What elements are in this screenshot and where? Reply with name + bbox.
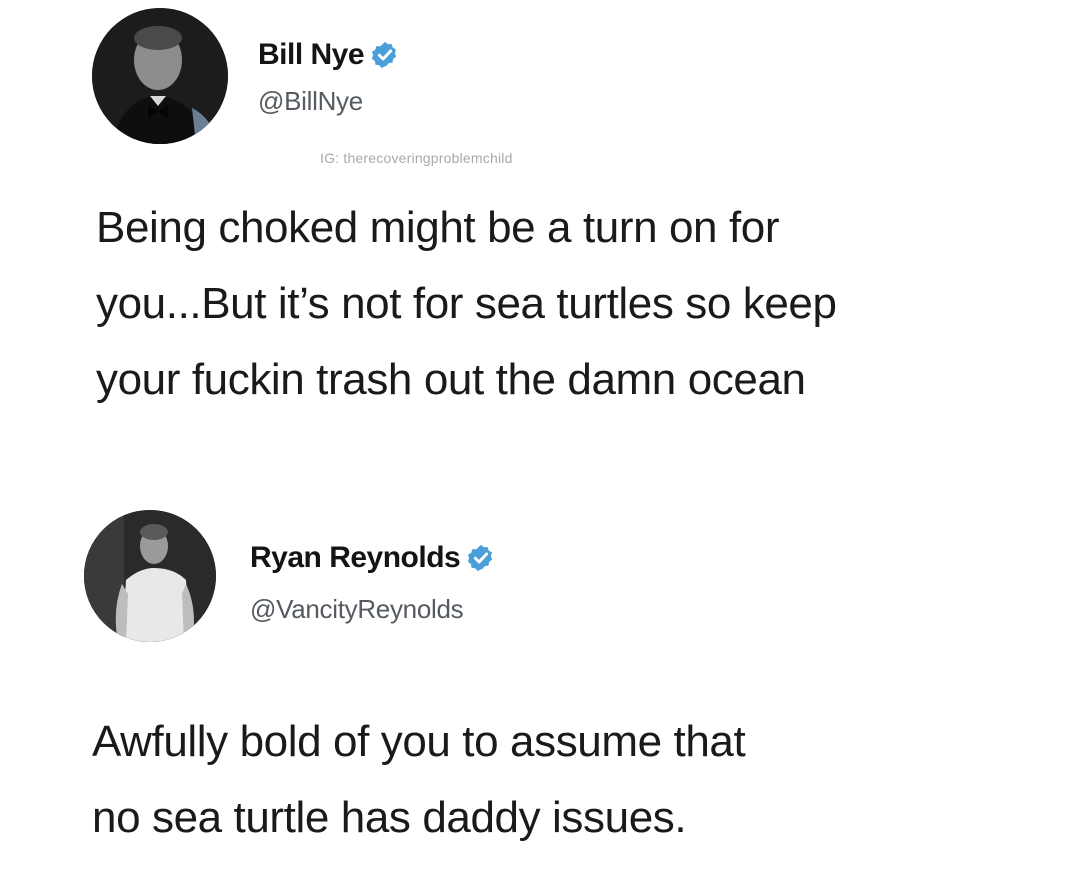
display-name[interactable]: Ryan Reynolds <box>250 541 461 575</box>
profile-photo-icon <box>84 510 216 642</box>
verified-badge-icon <box>466 543 496 573</box>
tweet-container: Ryan Reynolds @VancityReynolds Awfully b… <box>0 0 1080 876</box>
avatar[interactable] <box>84 510 216 642</box>
author-name-row: Ryan Reynolds <box>250 541 496 575</box>
handle[interactable]: @VancityReynolds <box>250 594 464 625</box>
tweet-text: Awfully bold of you to assume that no se… <box>92 717 746 842</box>
